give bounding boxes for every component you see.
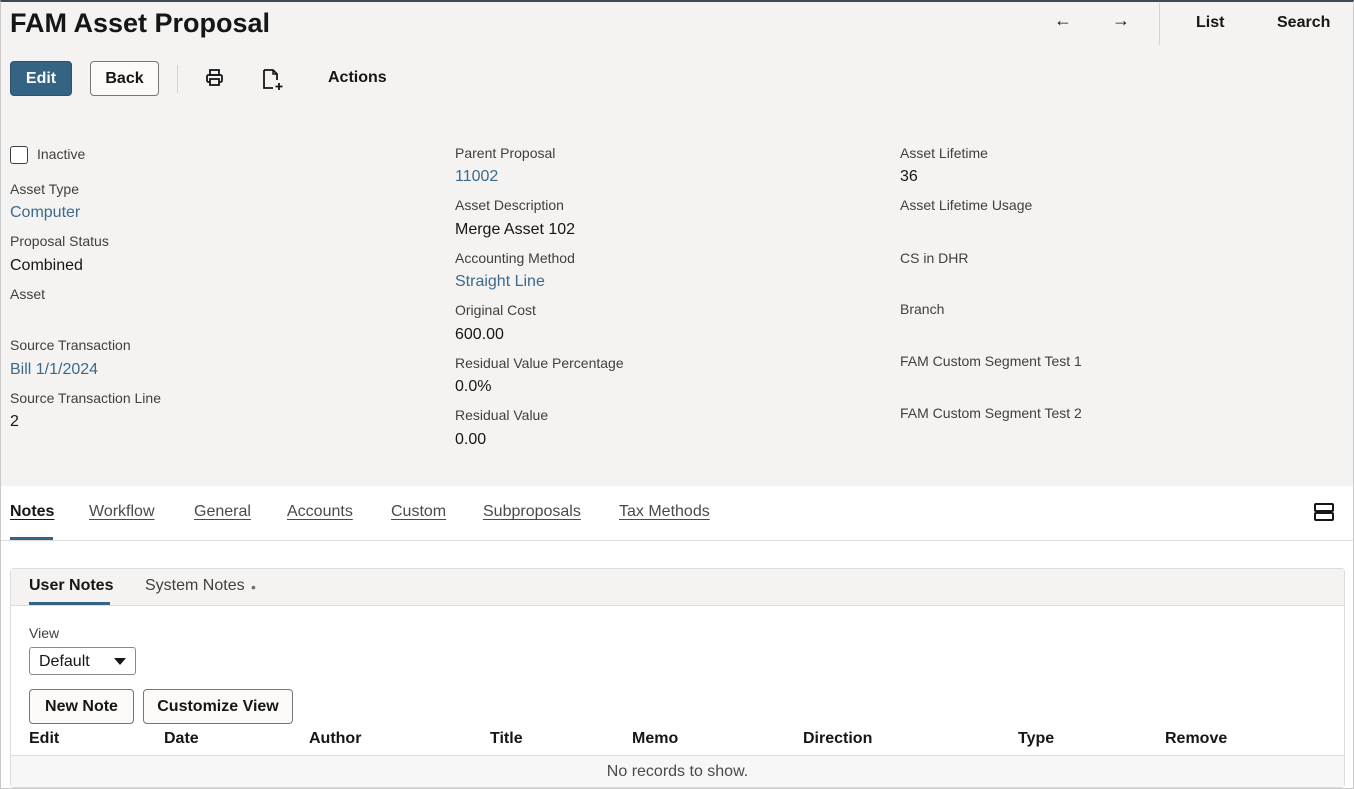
custom-segment-2-label: FAM Custom Segment Test 2 bbox=[900, 405, 1082, 421]
search-link[interactable]: Search bbox=[1277, 14, 1330, 32]
tab-general[interactable]: General bbox=[194, 503, 251, 521]
active-tab-indicator bbox=[10, 537, 53, 540]
asset-description-label: Asset Description bbox=[455, 197, 564, 213]
asset-type-link[interactable]: Computer bbox=[10, 204, 80, 222]
page-title: FAM Asset Proposal bbox=[10, 8, 271, 38]
source-transaction-line-label: Source Transaction Line bbox=[10, 390, 161, 406]
column-header-author[interactable]: Author bbox=[309, 730, 361, 748]
tab-accounts[interactable]: Accounts bbox=[287, 503, 353, 521]
cs-in-dhr-label: CS in DHR bbox=[900, 250, 969, 266]
printer-icon[interactable] bbox=[205, 68, 224, 92]
column-header-memo[interactable]: Memo bbox=[632, 730, 678, 748]
nav-divider bbox=[1159, 3, 1160, 45]
asset-lifetime-usage-label: Asset Lifetime Usage bbox=[900, 197, 1033, 213]
view-select[interactable]: Default bbox=[29, 647, 136, 675]
toolbar-divider bbox=[177, 65, 178, 93]
customize-view-button[interactable]: Customize View bbox=[143, 689, 293, 724]
asset-type-label: Asset Type bbox=[10, 181, 80, 197]
empty-table-row: No records to show. bbox=[11, 756, 1344, 787]
new-document-icon[interactable] bbox=[262, 68, 284, 97]
proposal-status-label: Proposal Status bbox=[10, 233, 109, 249]
tab-workflow[interactable]: Workflow bbox=[89, 503, 155, 521]
column-header-edit[interactable]: Edit bbox=[29, 730, 59, 748]
tab-custom[interactable]: Custom bbox=[391, 503, 446, 521]
custom-segment-1-label: FAM Custom Segment Test 1 bbox=[900, 353, 1082, 369]
column-header-date[interactable]: Date bbox=[164, 730, 199, 748]
tab-notes[interactable]: Notes bbox=[10, 503, 54, 521]
proposal-status-value: Combined bbox=[10, 257, 83, 274]
asset-label: Asset bbox=[10, 286, 46, 302]
parent-proposal-link[interactable]: 11002 bbox=[455, 168, 498, 186]
fields-area bbox=[1, 116, 1353, 486]
view-label: View bbox=[29, 625, 60, 641]
residual-value-percentage-value: 0.0% bbox=[455, 378, 492, 395]
original-cost-label: Original Cost bbox=[455, 302, 536, 318]
view-select-value: Default bbox=[39, 653, 90, 670]
empty-message: No records to show. bbox=[606, 763, 749, 780]
chevron-down-icon bbox=[114, 658, 126, 665]
accounting-method-label: Accounting Method bbox=[455, 250, 575, 266]
inactive-label: Inactive bbox=[37, 146, 86, 162]
residual-value-label: Residual Value bbox=[455, 407, 549, 423]
tab-tax-methods[interactable]: Tax Methods bbox=[619, 503, 710, 521]
back-button[interactable]: Back bbox=[90, 61, 159, 96]
subtab-user-notes[interactable]: User Notes bbox=[29, 577, 113, 595]
tab-subproposals[interactable]: Subproposals bbox=[483, 503, 581, 521]
system-notes-marker: • bbox=[251, 579, 256, 595]
new-note-button[interactable]: New Note bbox=[29, 689, 134, 724]
branch-label: Branch bbox=[900, 301, 945, 317]
column-header-type[interactable]: Type bbox=[1018, 730, 1054, 748]
edit-button[interactable]: Edit bbox=[10, 61, 72, 96]
subtab-system-notes[interactable]: System Notes bbox=[145, 577, 245, 595]
active-subtab-indicator bbox=[29, 602, 110, 605]
residual-value-value: 0.00 bbox=[455, 431, 487, 448]
residual-value-percentage-label: Residual Value Percentage bbox=[455, 355, 624, 371]
actions-menu[interactable]: Actions bbox=[328, 69, 387, 87]
source-transaction-link[interactable]: Bill 1/1/2024 bbox=[10, 361, 98, 379]
original-cost-value: 600.00 bbox=[455, 326, 504, 343]
layout-toggle-icon[interactable] bbox=[1313, 502, 1335, 527]
column-header-title[interactable]: Title bbox=[490, 730, 523, 748]
parent-proposal-label: Parent Proposal bbox=[455, 145, 556, 161]
next-record-arrow-icon[interactable]: → bbox=[1109, 10, 1133, 31]
source-transaction-line-value: 2 bbox=[10, 413, 19, 430]
column-header-direction[interactable]: Direction bbox=[803, 730, 872, 748]
asset-description-value: Merge Asset 102 bbox=[455, 221, 576, 238]
column-header-remove[interactable]: Remove bbox=[1165, 730, 1227, 748]
accounting-method-link[interactable]: Straight Line bbox=[455, 273, 545, 291]
list-link[interactable]: List bbox=[1196, 14, 1224, 32]
inactive-checkbox[interactable] bbox=[10, 146, 28, 164]
previous-record-arrow-icon[interactable]: ← bbox=[1051, 10, 1075, 31]
asset-lifetime-value: 36 bbox=[900, 168, 918, 185]
asset-lifetime-label: Asset Lifetime bbox=[900, 145, 988, 161]
source-transaction-label: Source Transaction bbox=[10, 337, 131, 353]
